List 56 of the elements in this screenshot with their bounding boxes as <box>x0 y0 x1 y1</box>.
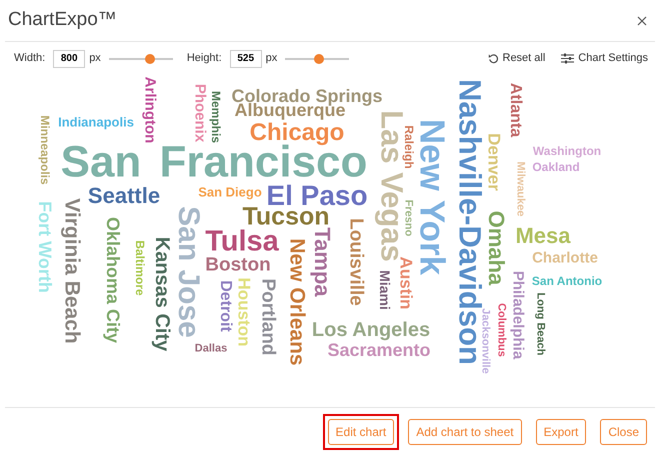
word-label: San Antonio <box>532 275 602 287</box>
word-label: Milwaukee <box>514 161 526 217</box>
word-label: Detroit <box>217 280 233 332</box>
number-field[interactable]: 525 <box>230 50 262 68</box>
word-label: San Jose <box>173 206 203 338</box>
word-label: Columbus <box>496 303 506 357</box>
word-label: San Francisco <box>60 144 368 180</box>
word-label: Philadelphia <box>510 270 526 360</box>
word-label: Memphis <box>210 91 222 143</box>
number-field[interactable]: 800 <box>53 50 86 68</box>
undo-icon <box>488 53 498 64</box>
word-label: Chicago <box>250 121 344 145</box>
word-label: Denver <box>486 133 502 191</box>
word-label: Virginia Beach <box>62 198 82 344</box>
word-label: Kansas City <box>152 236 172 352</box>
word-label: Los Angeles <box>312 320 430 340</box>
word-label: Atlanta <box>507 82 523 138</box>
word-label: New Orleans <box>286 238 308 366</box>
word-label: Portland <box>258 278 278 356</box>
word-label: Boston <box>205 256 271 274</box>
slider-thumb[interactable] <box>314 54 324 64</box>
window-title: ChartExpo™ <box>8 8 117 32</box>
word-label: Houston <box>236 278 252 346</box>
word-label: New York <box>414 118 450 276</box>
unit-label: px <box>266 51 278 66</box>
slider-thumb[interactable] <box>145 54 156 64</box>
word-label: Sacramento <box>327 341 431 359</box>
close-icon[interactable] <box>637 16 647 26</box>
word-label: Arlington <box>142 76 158 144</box>
field-label: Height: <box>186 51 222 66</box>
word-label: Tampa <box>311 227 333 297</box>
word-label: Washington <box>532 145 602 157</box>
settings-link[interactable]: Chart Settings <box>561 50 648 67</box>
word-label: Baltimore <box>134 240 146 296</box>
word-label: Phoenix <box>192 84 208 142</box>
word-label: Charlotte <box>532 250 598 266</box>
reset-link[interactable]: Reset all <box>488 50 546 67</box>
word-label: Long Beach <box>534 292 546 356</box>
word-label: Tulsa <box>205 228 279 256</box>
field-label: Width: <box>14 51 46 66</box>
word-label: El Paso <box>266 182 368 210</box>
word-label: Oklahoma City <box>104 216 122 344</box>
word-label: Omaha <box>485 210 507 286</box>
word-label: San Diego <box>198 186 262 198</box>
unit-label: px <box>89 51 101 66</box>
sliders-icon <box>561 53 574 64</box>
word-label: Miami <box>378 270 392 310</box>
word-label: Minneapolis <box>39 115 51 185</box>
word-label: Louisville <box>346 218 366 306</box>
word-label: Indianapolis <box>58 116 134 128</box>
word-label: Dallas <box>194 344 228 354</box>
word-label: Oakland <box>532 161 580 173</box>
word-label: Fort Worth <box>36 201 54 293</box>
word-label: Fresno <box>402 200 414 236</box>
word-label: Seattle <box>88 185 160 207</box>
word-label: Mesa <box>515 225 571 247</box>
